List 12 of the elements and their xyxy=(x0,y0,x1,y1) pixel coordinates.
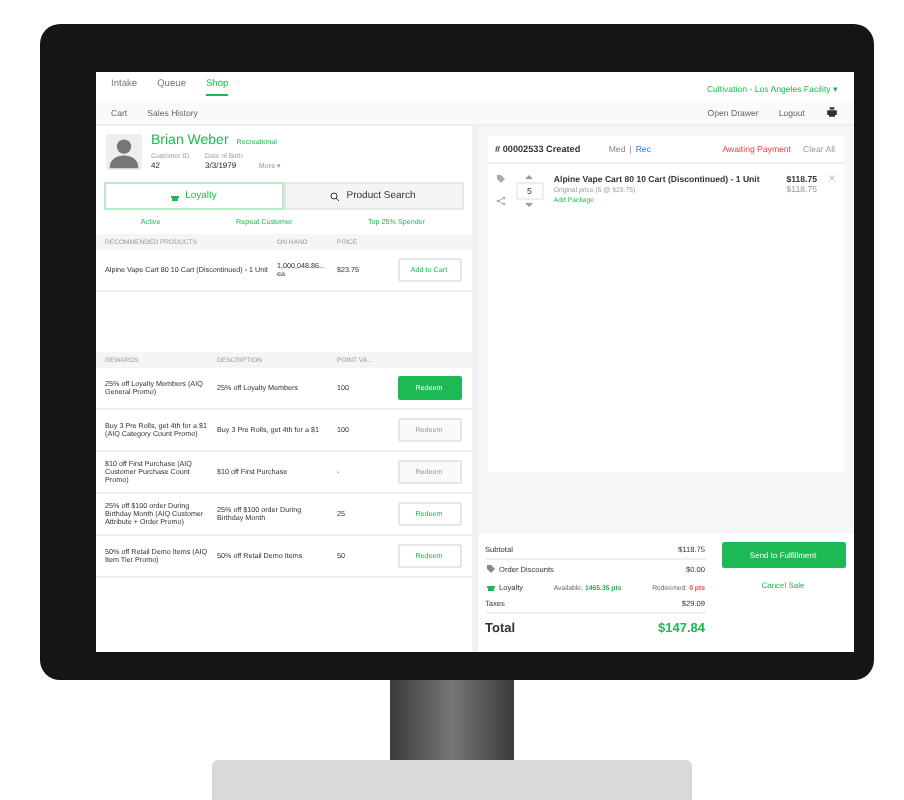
share-icon[interactable] xyxy=(495,196,505,206)
close-icon[interactable] xyxy=(827,174,835,182)
avatar-icon xyxy=(105,134,141,170)
tag-icon[interactable] xyxy=(495,174,505,184)
print-icon[interactable] xyxy=(825,106,837,118)
monitor-stand xyxy=(390,680,514,760)
decrease-icon[interactable] xyxy=(524,202,535,208)
tag-icon xyxy=(485,564,495,574)
search-icon xyxy=(330,191,341,201)
gift-icon xyxy=(485,582,495,592)
increase-icon[interactable] xyxy=(524,174,535,180)
gift-icon xyxy=(169,191,180,201)
